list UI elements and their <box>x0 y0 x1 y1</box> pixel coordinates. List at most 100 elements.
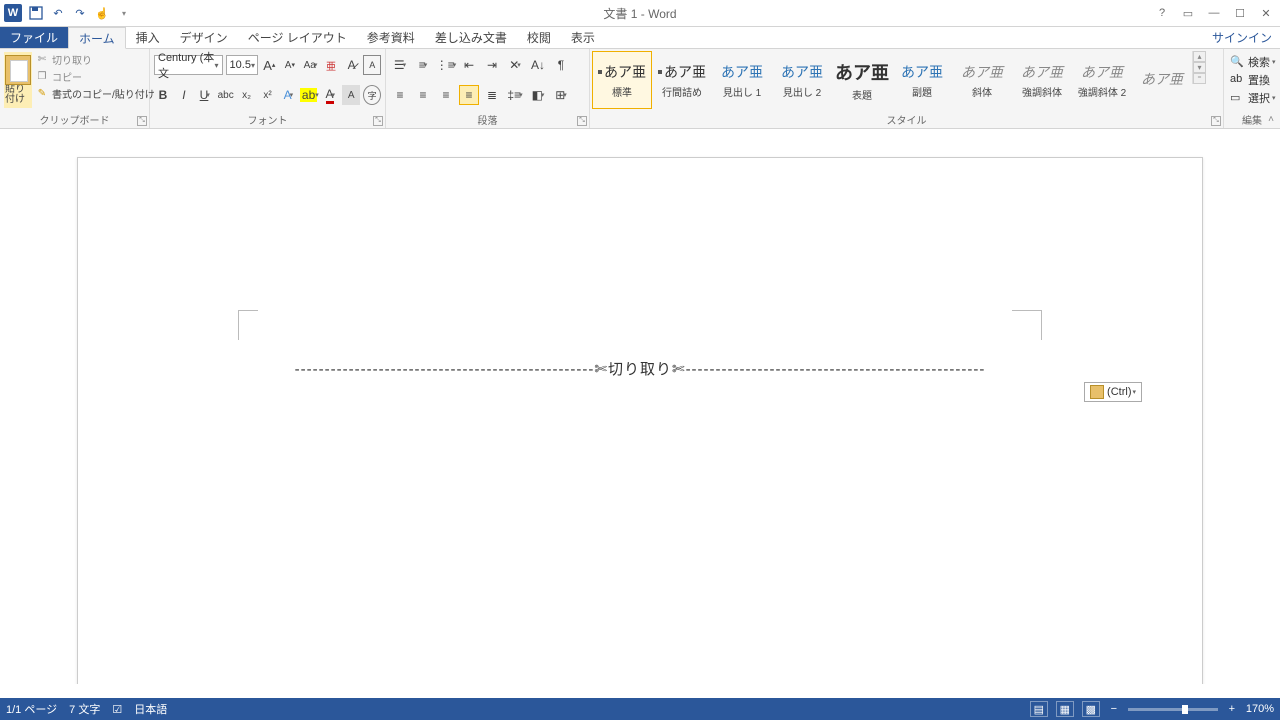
tab-insert[interactable]: 挿入 <box>126 27 170 48</box>
select-button[interactable]: ▭選択▾ <box>1230 90 1276 106</box>
tab-file[interactable]: ファイル <box>0 27 68 48</box>
tab-references[interactable]: 参考資料 <box>357 27 425 48</box>
borders-button[interactable]: ⊞▾ <box>551 85 571 105</box>
help-icon[interactable]: ? <box>1154 5 1170 21</box>
title-bar: W ↶ ↷ ☝ ▾ 文書 1 - Word ? ▭ — ☐ ✕ <box>0 0 1280 27</box>
styles-gallery[interactable]: あア亜標準あア亜行間詰めあア亜見出し 1あア亜見出し 2あア亜表題あア亜副題あア… <box>592 51 1192 109</box>
paste-options-popup[interactable]: (Ctrl) ▾ <box>1084 382 1142 402</box>
shrink-font-button[interactable]: A▾ <box>281 55 299 75</box>
character-border-button[interactable]: 字 <box>363 85 381 105</box>
styles-launcher-icon[interactable]: ⤡ <box>1211 116 1221 126</box>
italic-button[interactable]: I <box>175 85 193 105</box>
distributed-button[interactable]: ≣ <box>482 85 502 105</box>
minimize-icon[interactable]: — <box>1206 5 1222 21</box>
style-item[interactable]: あア亜行間詰め <box>652 51 712 109</box>
paste-options-icon <box>1090 385 1104 399</box>
character-shading-button[interactable]: A <box>342 85 360 105</box>
cut-button[interactable]: ✄切り取り <box>36 52 155 67</box>
superscript-button[interactable]: x² <box>259 85 277 105</box>
style-item[interactable]: あア亜斜体 <box>952 51 1012 109</box>
page-count[interactable]: 1/1 ページ <box>6 701 57 717</box>
subscript-button[interactable]: x₂ <box>238 85 256 105</box>
clear-formatting-button[interactable]: A̷ <box>343 55 361 75</box>
strikethrough-button[interactable]: abc <box>217 85 235 105</box>
bold-button[interactable]: B <box>154 85 172 105</box>
decrease-indent-button[interactable]: ⇤ <box>459 55 479 75</box>
align-center-button[interactable]: ≡ <box>413 85 433 105</box>
asian-layout-button[interactable]: ✕▾ <box>505 55 525 75</box>
clipboard-launcher-icon[interactable]: ⤡ <box>137 116 147 126</box>
enclose-char-button[interactable]: A <box>363 55 381 75</box>
gallery-more-icon[interactable]: ⁼ <box>1193 73 1206 84</box>
gallery-up-icon[interactable]: ▴ <box>1193 51 1206 62</box>
increase-indent-button[interactable]: ⇥ <box>482 55 502 75</box>
sort-button[interactable]: A↓ <box>528 55 548 75</box>
document-area[interactable]: ----------------------------------------… <box>0 129 1280 684</box>
cut-label: 切り取り <box>52 52 92 67</box>
collapse-ribbon-icon[interactable]: ˄ <box>1264 112 1278 126</box>
bullets-button[interactable]: ☰▾ <box>390 55 410 75</box>
numbering-button[interactable]: ≡▾ <box>413 55 433 75</box>
multilevel-list-button[interactable]: ⋮≡▾ <box>436 55 456 75</box>
paste-button[interactable]: 貼り付け <box>4 52 32 108</box>
save-icon[interactable] <box>28 5 44 21</box>
font-size-combo[interactable]: 10.5▾ <box>226 55 258 75</box>
paragraph-launcher-icon[interactable]: ⤡ <box>577 116 587 126</box>
style-item[interactable]: あア亜見出し 1 <box>712 51 772 109</box>
zoom-out-button[interactable]: − <box>1108 703 1120 715</box>
align-left-button[interactable]: ≡ <box>390 85 410 105</box>
word-count[interactable]: 7 文字 <box>69 701 100 717</box>
print-layout-view-icon[interactable]: ▤ <box>1030 701 1048 717</box>
tab-home[interactable]: ホーム <box>68 27 126 49</box>
quick-access-toolbar: W ↶ ↷ ☝ ▾ <box>0 4 132 22</box>
find-icon: 🔍 <box>1230 55 1244 69</box>
find-button[interactable]: 🔍検索▾ <box>1230 54 1276 70</box>
format-painter-button[interactable]: ✎書式のコピー/貼り付け <box>36 86 155 101</box>
style-item[interactable]: あア亜強調斜体 2 <box>1072 51 1132 109</box>
copy-button[interactable]: ❐コピー <box>36 69 155 84</box>
close-icon[interactable]: ✕ <box>1258 5 1274 21</box>
style-item[interactable]: あア亜強調斜体 <box>1012 51 1072 109</box>
show-marks-button[interactable]: ¶ <box>551 55 571 75</box>
style-item[interactable]: あア亜見出し 2 <box>772 51 832 109</box>
ribbon-display-icon[interactable]: ▭ <box>1180 5 1196 21</box>
tab-view[interactable]: 表示 <box>561 27 605 48</box>
web-layout-view-icon[interactable]: ▩ <box>1082 701 1100 717</box>
style-item[interactable]: あア亜標準 <box>592 51 652 109</box>
justify-button[interactable]: ≡ <box>459 85 479 105</box>
zoom-in-button[interactable]: + <box>1226 703 1238 715</box>
replace-button[interactable]: ab置換 <box>1230 72 1276 88</box>
underline-button[interactable]: U▾ <box>196 85 214 105</box>
undo-icon[interactable]: ↶ <box>50 5 66 21</box>
tab-design[interactable]: デザイン <box>170 27 238 48</box>
sign-in-link[interactable]: サインイン <box>1204 27 1280 48</box>
style-item[interactable]: あア亜表題 <box>832 51 892 109</box>
style-item[interactable]: あア亜 <box>1132 51 1192 109</box>
page[interactable]: ----------------------------------------… <box>77 157 1203 684</box>
zoom-level[interactable]: 170% <box>1246 703 1274 715</box>
grow-font-button[interactable]: A▴ <box>261 55 279 75</box>
qat-dropdown-icon[interactable]: ▾ <box>116 5 132 21</box>
style-item[interactable]: あア亜副題 <box>892 51 952 109</box>
language-status[interactable]: 日本語 <box>134 701 167 717</box>
change-case-button[interactable]: Aa▾ <box>302 55 320 75</box>
tab-mailings[interactable]: 差し込み文書 <box>425 27 517 48</box>
zoom-slider[interactable] <box>1128 708 1218 711</box>
text-effects-button[interactable]: A▾ <box>279 85 297 105</box>
align-right-button[interactable]: ≡ <box>436 85 456 105</box>
gallery-down-icon[interactable]: ▾ <box>1193 62 1206 73</box>
shading-button[interactable]: ◧▾ <box>528 85 548 105</box>
read-mode-view-icon[interactable]: ▦ <box>1056 701 1074 717</box>
maximize-icon[interactable]: ☐ <box>1232 5 1248 21</box>
font-name-combo[interactable]: Century (本文▾ <box>154 55 223 75</box>
tab-page-layout[interactable]: ページ レイアウト <box>238 27 357 48</box>
touch-mode-icon[interactable]: ☝ <box>94 5 110 21</box>
phonetic-guide-button[interactable]: 亜 <box>322 55 340 75</box>
tab-review[interactable]: 校閲 <box>517 27 561 48</box>
proofing-icon[interactable]: ☑ <box>112 703 122 716</box>
font-color-button[interactable]: A▾ <box>321 85 339 105</box>
redo-icon[interactable]: ↷ <box>72 5 88 21</box>
line-spacing-button[interactable]: ‡≡▾ <box>505 85 525 105</box>
highlight-button[interactable]: ab▾ <box>300 85 318 105</box>
font-launcher-icon[interactable]: ⤡ <box>373 116 383 126</box>
